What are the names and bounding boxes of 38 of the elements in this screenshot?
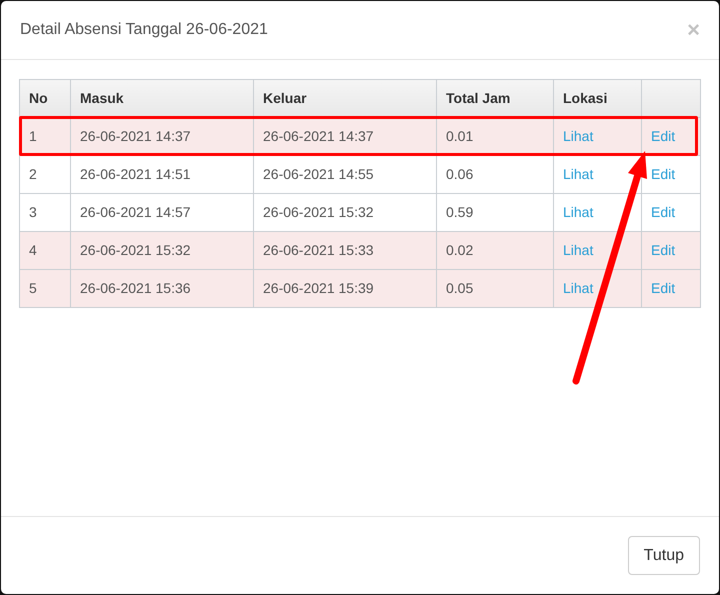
table-cell: 1	[29, 128, 37, 144]
table-cell: 4	[29, 242, 37, 258]
table-cell: 26-06-2021 15:39	[263, 280, 374, 296]
view-link[interactable]: Lihat	[563, 204, 594, 220]
table-cell: 26-06-2021 14:55	[263, 166, 374, 182]
edit-link[interactable]: Edit	[651, 166, 676, 182]
close-button[interactable]: Tutup	[628, 536, 700, 575]
table-cell: 0.59	[446, 204, 474, 220]
table-cell: 26-06-2021 14:51	[80, 166, 191, 182]
edit-link[interactable]: Edit	[651, 204, 676, 220]
table-cell: 3	[29, 204, 37, 220]
view-link[interactable]: Lihat	[563, 166, 594, 182]
column-header: Masuk	[80, 90, 124, 106]
table-cell: 26-06-2021 14:57	[80, 204, 191, 220]
view-link[interactable]: Lihat	[563, 280, 594, 296]
close-button[interactable]: ×	[687, 19, 700, 41]
modal-title: Detail Absensi Tanggal 26-06-2021	[20, 20, 268, 40]
view-link[interactable]: Lihat	[563, 128, 594, 144]
table-cell: 0.02	[446, 242, 474, 258]
table-cell: 26-06-2021 15:32	[80, 242, 191, 258]
table-cell: 0.06	[446, 166, 474, 182]
edit-link[interactable]: Edit	[651, 128, 676, 144]
table-cell: 5	[29, 280, 37, 296]
table-cell: 2	[29, 166, 37, 182]
column-header: No	[29, 90, 48, 106]
view-link[interactable]: Lihat	[563, 242, 594, 258]
table-cell: 26-06-2021 15:33	[263, 242, 374, 258]
column-header: Total Jam	[446, 90, 510, 106]
table-cell: 26-06-2021 15:32	[263, 204, 374, 220]
table-cell: 0.01	[446, 128, 474, 144]
edit-link[interactable]: Edit	[651, 280, 676, 296]
table-cell: 26-06-2021 14:37	[80, 128, 191, 144]
table-cell: 0.05	[446, 280, 474, 296]
table-cell: 26-06-2021 15:36	[80, 280, 191, 296]
column-header: Keluar	[263, 90, 307, 106]
column-header: Lokasi	[563, 90, 608, 106]
edit-link[interactable]: Edit	[651, 242, 676, 258]
table-cell: 26-06-2021 14:37	[263, 128, 374, 144]
